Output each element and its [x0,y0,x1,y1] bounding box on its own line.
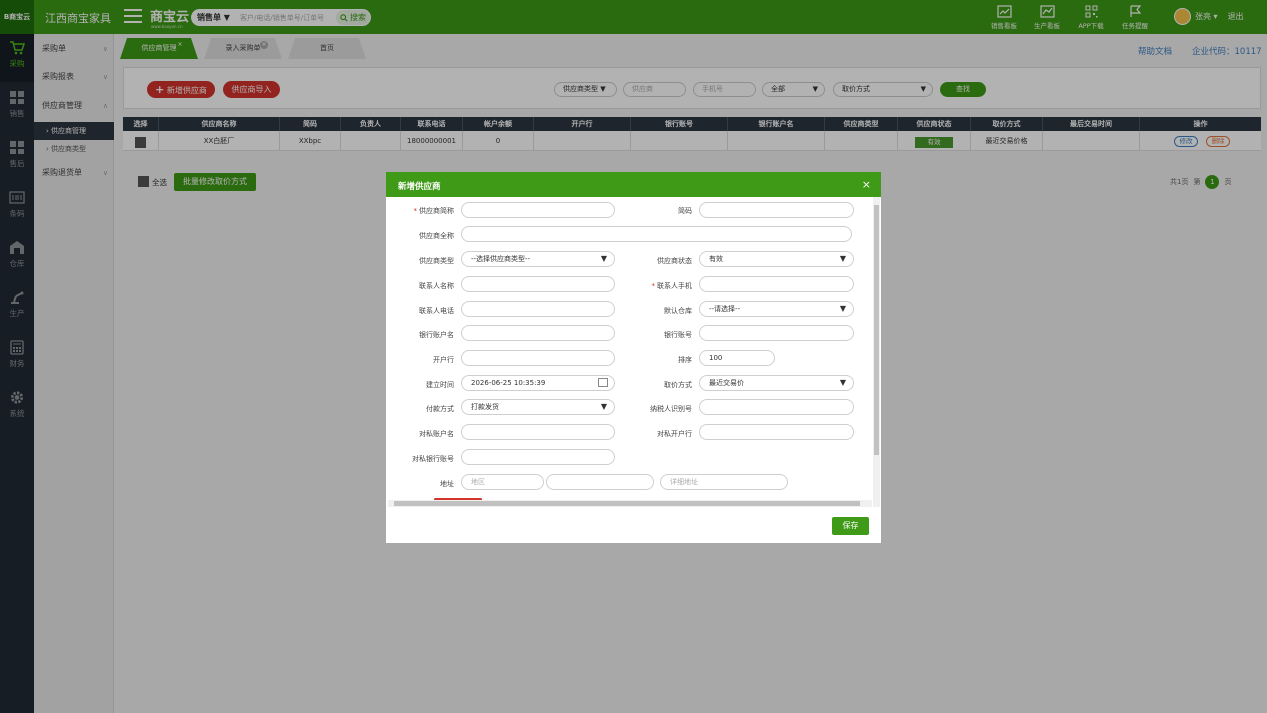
bank-account-label: 银行账号 [664,331,692,339]
short-name-label: * 供应商简称 [413,207,455,215]
contact-phone-label: 联系人电话 [419,307,454,315]
payment-method-select[interactable]: 打款发货 ▼ [461,399,615,415]
private-account-name-label: 对私账户名 [419,430,454,438]
supplier-status-select[interactable]: 有效 ▼ [699,251,854,267]
dialog-body: * 供应商简称 简码 供应商全称 供应商类型 --选择供应商类型-- ▼ 供应商状态… [386,197,872,507]
payment-method-label: 付款方式 [426,405,454,413]
bank-account-input[interactable] [699,325,854,341]
dropdown-arrow-icon: ▼ [600,402,607,411]
price-method-label: 取价方式 [664,381,692,389]
default-warehouse-label: 默认仓库 [664,307,692,315]
address-label: 地址 [440,480,454,488]
scrollbar-thumb[interactable] [394,501,860,506]
private-bank-account-label: 对私银行账号 [412,455,454,463]
bank-account-name-label: 银行账户名 [419,331,454,339]
price-method-value: 最近交易价 [709,379,744,387]
dialog-title: 新增供应商 [398,182,441,192]
supplier-status-value: 有效 [709,255,723,263]
dropdown-arrow-icon: ▼ [600,254,607,263]
supplier-status-label: 供应商状态 [657,257,692,265]
address-detail-input[interactable]: 详细地址 [660,474,788,490]
tax-id-label: 纳税人识别号 [650,405,692,413]
full-name-label: 供应商全称 [419,232,454,240]
default-warehouse-value: --请选择-- [709,305,741,313]
full-name-input[interactable] [461,226,852,242]
save-button[interactable]: 保存 [832,517,869,535]
private-bank-account-input[interactable] [461,449,615,465]
bank-label: 开户行 [433,356,454,364]
code-input[interactable] [699,202,854,218]
sort-label: 排序 [678,356,692,364]
region-input[interactable]: 地区 [461,474,544,490]
bank-input[interactable] [461,350,615,366]
vertical-scrollbar[interactable] [873,197,880,507]
dropdown-arrow-icon: ▼ [839,378,846,387]
close-icon[interactable]: × [862,178,871,191]
sort-input[interactable]: 100 [699,350,775,366]
contact-mobile-input[interactable] [699,276,854,292]
region-sub-input[interactable] [546,474,654,490]
created-time-input[interactable]: 2026-06-25 10:35:39 [461,375,615,391]
created-time-label: 建立时间 [426,381,454,389]
tax-id-input[interactable] [699,399,854,415]
default-warehouse-select[interactable]: --请选择-- ▼ [699,301,854,317]
supplier-type-select[interactable]: --选择供应商类型-- ▼ [461,251,615,267]
scrollbar-thumb[interactable] [874,205,879,455]
supplier-type-value: --选择供应商类型-- [471,255,531,263]
dropdown-arrow-icon: ▼ [839,254,846,263]
private-account-name-input[interactable] [461,424,615,440]
short-name-input[interactable] [461,202,615,218]
code-label: 简码 [678,207,692,215]
created-time-value: 2026-06-25 10:35:39 [471,379,546,387]
payment-method-value: 打款发货 [471,403,499,411]
calendar-icon[interactable] [598,378,608,387]
price-method-select[interactable]: 最近交易价 ▼ [699,375,854,391]
add-supplier-dialog: 新增供应商 × * 供应商简称 简码 供应商全称 供应商类型 --选择供应商类型-… [386,172,881,543]
contact-phone-input[interactable] [461,301,615,317]
bank-account-name-input[interactable] [461,325,615,341]
contact-name-label: 联系人名称 [419,282,454,290]
dropdown-arrow-icon: ▼ [839,304,846,313]
private-bank-input[interactable] [699,424,854,440]
contact-name-input[interactable] [461,276,615,292]
dialog-header: 新增供应商 × [386,172,881,197]
horizontal-scrollbar[interactable] [388,500,872,507]
supplier-type-label: 供应商类型 [419,257,454,265]
private-bank-label: 对私开户行 [657,430,692,438]
contact-mobile-label: * 联系人手机 [651,282,693,290]
